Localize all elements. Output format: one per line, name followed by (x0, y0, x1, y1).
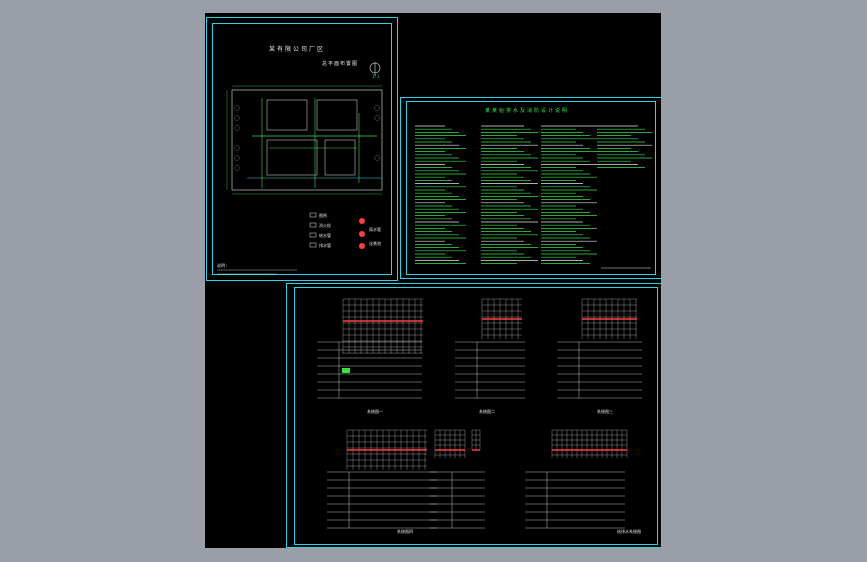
legend-item-2: 给水管 (319, 233, 331, 238)
caption-b: 系统图二 (479, 409, 495, 414)
legend-item-4: 雨水管 (369, 227, 381, 232)
note-label: 说明: (217, 263, 228, 268)
system-diagrams (317, 298, 642, 529)
caption-d: 系统图四 (397, 529, 413, 534)
notes-text-block (415, 125, 652, 269)
design-notes-sheet[interactable]: 某某给排水及消防设计说明 (400, 97, 662, 279)
site-plan-sheet[interactable]: 某有限公司厂区 总平面布置图 1:1 图例 消火栓 给水管 排水管 雨水管 化粪… (206, 17, 398, 281)
caption-c: 系统图三 (597, 409, 613, 414)
legend-item-0: 图例 (319, 213, 327, 218)
caption-a: 系统图一 (367, 409, 383, 414)
sheet-footer: 给排水系统图 (617, 529, 641, 534)
system-diagram-sheet[interactable]: 系统图一 系统图二 系统图三 系统图四 给排水系统图 (286, 283, 662, 548)
legend-item-1: 消火栓 (319, 223, 331, 228)
drawing-canvas[interactable]: 某有限公司厂区 总平面布置图 1:1 图例 消火栓 给水管 排水管 雨水管 化粪… (205, 13, 662, 548)
legend-item-3: 排水管 (319, 243, 331, 248)
legend-item-5: 化粪池 (369, 241, 381, 246)
